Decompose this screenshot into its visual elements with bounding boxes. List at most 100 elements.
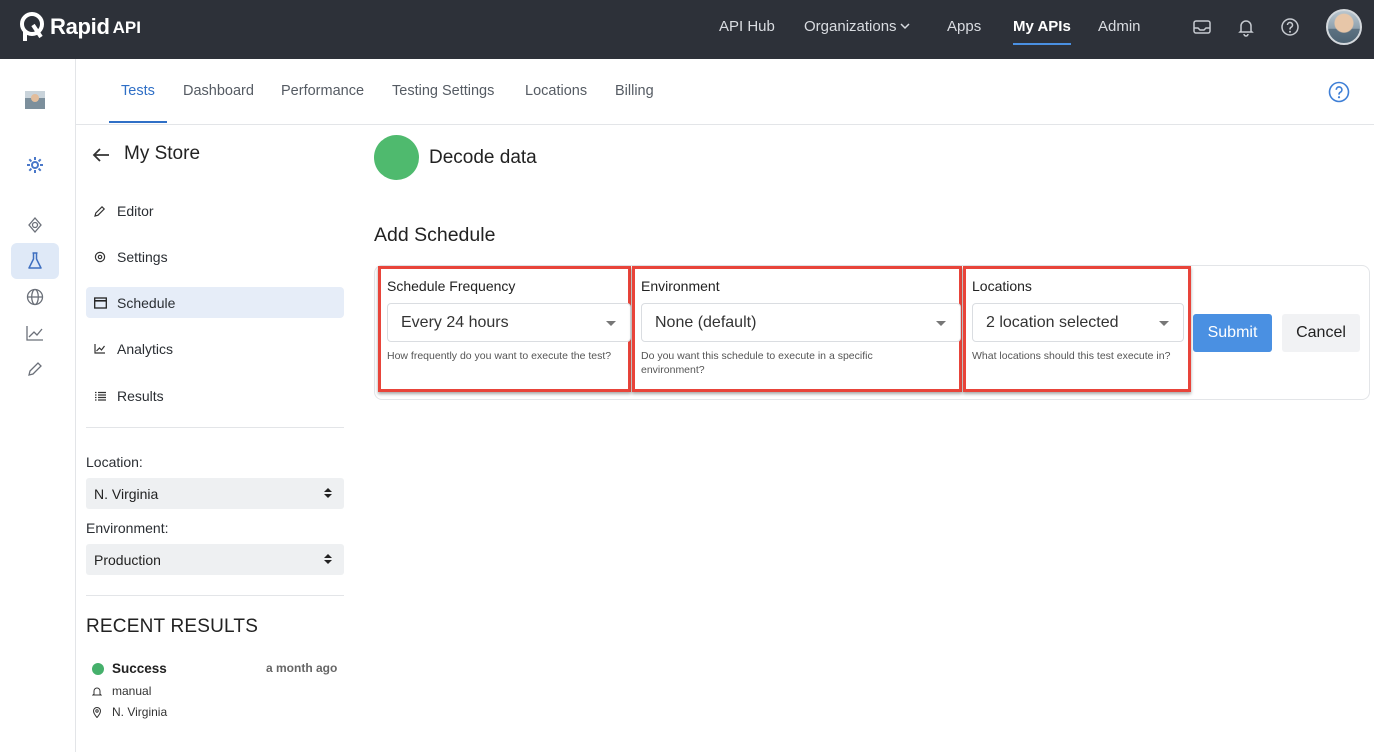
test-side-panel: My Store Editor Settings Schedule Analyt… — [76, 125, 356, 752]
help-icon[interactable] — [1280, 17, 1300, 37]
rapid-logo-icon — [20, 12, 44, 41]
locations-field-select[interactable]: 2 location selected — [972, 303, 1184, 342]
flask-icon — [28, 252, 42, 269]
schedule-frequency-select[interactable]: Every 24 hours — [387, 303, 631, 342]
cog-icon — [27, 157, 43, 173]
sort-arrows-icon — [324, 554, 332, 564]
panel-title: My Store — [124, 143, 201, 164]
rail-chart[interactable] — [11, 315, 59, 351]
main-content: Decode data Add Schedule Schedule Freque… — [356, 125, 1374, 752]
pencil-icon — [28, 362, 42, 376]
menu-schedule[interactable]: Schedule — [86, 287, 344, 318]
menu-settings[interactable]: Settings — [86, 241, 344, 272]
result-trigger-text: manual — [112, 684, 152, 698]
menu-editor[interactable]: Editor — [86, 195, 344, 226]
chart-icon — [26, 326, 43, 341]
tab-testing-settings[interactable]: Testing Settings — [392, 83, 494, 99]
schedule-frequency-label: Schedule Frequency — [387, 278, 516, 294]
menu-settings-label: Settings — [117, 248, 168, 265]
menu-results[interactable]: Results — [86, 380, 344, 411]
result-time: a month ago — [266, 661, 338, 675]
locations-field-help: What locations should this test execute … — [972, 350, 1171, 362]
cancel-button[interactable]: Cancel — [1282, 314, 1360, 352]
location-pin-icon — [92, 706, 102, 718]
divider — [86, 595, 344, 596]
location-select[interactable]: N. Virginia — [86, 478, 344, 509]
locations-field-value: 2 location selected — [986, 314, 1119, 331]
environment-field-value: None (default) — [655, 314, 757, 331]
environment-label: Environment: — [86, 520, 169, 536]
tab-dashboard[interactable]: Dashboard — [183, 83, 254, 99]
menu-results-label: Results — [117, 387, 164, 404]
bell-icon[interactable] — [1236, 17, 1256, 37]
settings-icon — [94, 251, 106, 262]
rail-cog[interactable] — [11, 147, 59, 183]
result-location-text: N. Virginia — [112, 705, 168, 719]
environment-select-value: Production — [94, 552, 161, 568]
nav-api-hub[interactable]: API Hub — [719, 18, 775, 35]
nav-apps[interactable]: Apps — [947, 18, 981, 35]
location-label: Location: — [86, 454, 143, 470]
calendar-icon — [93, 296, 107, 309]
tab-performance[interactable]: Performance — [281, 83, 364, 99]
environment-field: Environment None (default) Do you want t… — [632, 266, 962, 392]
analytics-icon — [94, 344, 105, 354]
top-navigation-bar: Rapid API API Hub Organizations Apps My … — [0, 0, 1374, 59]
user-avatar[interactable] — [1326, 9, 1362, 45]
menu-editor-label: Editor — [117, 202, 154, 219]
brand-suffix: API — [112, 18, 141, 37]
environment-field-label: Environment — [641, 278, 720, 294]
schedule-frequency-field: Schedule Frequency Every 24 hours How fr… — [378, 266, 631, 392]
back-arrow-icon[interactable] — [92, 147, 110, 163]
caret-down-icon — [936, 321, 946, 326]
test-status-indicator — [374, 135, 419, 180]
locations-field-label: Locations — [972, 278, 1032, 294]
menu-analytics-label: Analytics — [117, 340, 174, 357]
caret-down-icon — [606, 321, 616, 326]
nav-organizations-label: Organizations — [804, 18, 897, 35]
rail-radar[interactable] — [11, 207, 59, 243]
success-status-dot — [92, 663, 104, 675]
sub-navigation: Tests Dashboard Performance Testing Sett… — [76, 59, 1374, 125]
globe-icon — [26, 288, 44, 306]
recent-results-title: RECENT RESULTS — [86, 616, 259, 637]
result-trigger: manual — [92, 684, 151, 698]
rail-globe[interactable] — [11, 279, 59, 315]
help-icon[interactable] — [1328, 81, 1350, 103]
schedule-frequency-help: How frequently do you want to execute th… — [387, 350, 612, 362]
environment-field-select[interactable]: None (default) — [641, 303, 961, 342]
submit-button[interactable]: Submit — [1193, 314, 1272, 352]
radar-icon — [28, 217, 42, 233]
result-status[interactable]: Success — [112, 661, 167, 676]
nav-admin[interactable]: Admin — [1098, 18, 1141, 35]
caret-down-icon — [1159, 321, 1169, 326]
pencil-icon — [94, 205, 106, 217]
tab-tests[interactable]: Tests — [109, 83, 167, 123]
result-location: N. Virginia — [92, 705, 167, 719]
left-rail — [0, 59, 76, 752]
list-icon — [94, 391, 106, 401]
rapidapi-logo[interactable]: Rapid API — [20, 12, 141, 42]
chevron-down-icon — [900, 23, 910, 30]
nav-organizations[interactable]: Organizations — [804, 18, 910, 35]
locations-field: Locations 2 location selected What locat… — [963, 266, 1191, 392]
test-name: Decode data — [429, 147, 537, 168]
divider — [86, 427, 344, 428]
nav-my-apis[interactable]: My APIs — [1013, 18, 1071, 45]
rail-tests[interactable] — [11, 243, 59, 279]
brand-name: Rapid — [50, 14, 110, 39]
inbox-icon[interactable] — [1192, 17, 1212, 37]
bell-icon — [92, 687, 102, 695]
location-select-value: N. Virginia — [94, 486, 159, 502]
menu-analytics[interactable]: Analytics — [86, 333, 344, 364]
environment-select[interactable]: Production — [86, 544, 344, 575]
add-schedule-title: Add Schedule — [374, 224, 496, 246]
project-avatar[interactable] — [25, 91, 45, 109]
environment-field-help: Do you want this schedule to execute in … — [641, 350, 873, 376]
menu-schedule-label: Schedule — [117, 294, 176, 311]
rail-pencil[interactable] — [11, 351, 59, 387]
sort-arrows-icon — [324, 488, 332, 498]
tab-locations[interactable]: Locations — [525, 83, 587, 99]
tab-billing[interactable]: Billing — [615, 83, 654, 99]
schedule-frequency-value: Every 24 hours — [401, 314, 509, 331]
